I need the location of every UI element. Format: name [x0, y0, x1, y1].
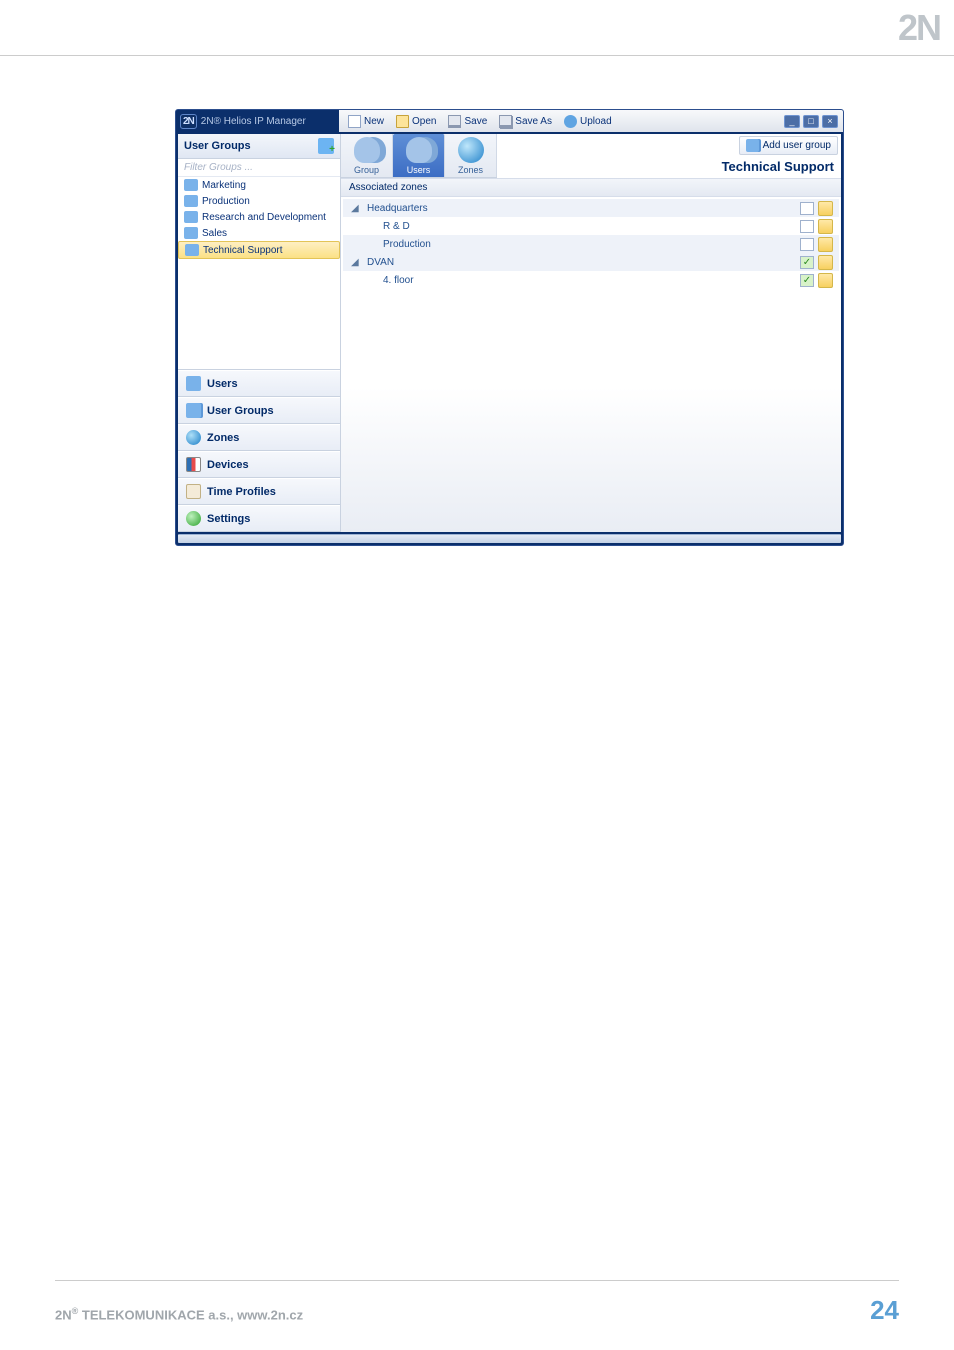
save-button[interactable]: Save: [445, 114, 490, 129]
folder-open-icon: [396, 115, 409, 128]
window-controls: _ □ ×: [784, 115, 843, 128]
toolbar: New Open Save Save As Upload _ □ ×: [339, 110, 843, 132]
group-icon: [184, 179, 198, 191]
new-file-icon: [348, 115, 361, 128]
zone-row-4floor[interactable]: 4. floor: [343, 271, 839, 289]
page-header: 2N: [0, 0, 954, 56]
nav-settings[interactable]: Settings: [178, 505, 340, 532]
expand-caret-icon[interactable]: ◢: [351, 203, 361, 214]
edit-icon[interactable]: [818, 201, 833, 216]
user-icon: [186, 376, 201, 391]
content-tabs: Group Users Zones: [341, 134, 497, 178]
group-tree: Marketing Production Research and Develo…: [178, 177, 340, 369]
zone-checkbox[interactable]: [800, 238, 814, 251]
nav-zones[interactable]: Zones: [178, 424, 340, 451]
tab-users[interactable]: Users: [393, 134, 445, 177]
app-title-area: 2N 2N® Helios IP Manager: [176, 110, 339, 132]
brand-logo: 2N: [898, 7, 940, 49]
nav-sections: Users User Groups Zones Devices Time Pro…: [178, 369, 340, 532]
edit-icon[interactable]: [818, 237, 833, 252]
page-number: 24: [870, 1295, 899, 1326]
minimize-button[interactable]: _: [784, 115, 800, 128]
group-icon: [184, 195, 198, 207]
edit-icon[interactable]: [818, 273, 833, 288]
content-area: Group Users Zones Add user group Technic…: [341, 134, 841, 532]
floppy-saveas-icon: [499, 115, 512, 128]
zone-checkbox[interactable]: [800, 220, 814, 233]
selected-group-title: Technical Support: [714, 159, 838, 174]
footer-text: 2N® TELEKOMUNIKACE a.s., www.2n.cz: [55, 1306, 303, 1322]
users-large-icon: [406, 137, 432, 163]
upload-icon: [564, 115, 577, 128]
zone-checkbox[interactable]: [800, 274, 814, 287]
sidebar-item-sales[interactable]: Sales: [178, 225, 340, 241]
user-groups-icon: [186, 403, 201, 418]
close-button[interactable]: ×: [822, 115, 838, 128]
expand-caret-icon[interactable]: ◢: [351, 257, 361, 268]
zone-row-headquarters[interactable]: ◢ Headquarters: [343, 199, 839, 217]
tab-zones[interactable]: Zones: [445, 134, 497, 177]
zone-checkbox[interactable]: [800, 202, 814, 215]
zones-large-icon: [458, 137, 484, 163]
group-icon: [184, 211, 198, 223]
saveas-button[interactable]: Save As: [496, 114, 555, 129]
add-user-group-button[interactable]: Add user group: [739, 136, 838, 155]
group-icon: [184, 227, 198, 239]
page-footer: 2N® TELEKOMUNIKACE a.s., www.2n.cz 24: [55, 1280, 899, 1326]
sidebar-item-research-and-development[interactable]: Research and Development: [178, 209, 340, 225]
app-title: 2N® Helios IP Manager: [201, 116, 306, 127]
zone-row-rd[interactable]: R & D: [343, 217, 839, 235]
sidebar: User Groups Filter Groups ... Marketing …: [178, 134, 341, 532]
group-icon: [185, 244, 199, 256]
devices-icon: [186, 457, 201, 472]
sidebar-panel-title: User Groups: [184, 140, 251, 152]
add-user-group-icon: [746, 139, 759, 152]
upload-button[interactable]: Upload: [561, 114, 615, 129]
filter-groups-input[interactable]: Filter Groups ...: [178, 159, 340, 177]
nav-devices[interactable]: Devices: [178, 451, 340, 478]
new-button[interactable]: New: [345, 114, 387, 129]
zone-checkbox[interactable]: [800, 256, 814, 269]
status-bar: [178, 534, 841, 543]
title-bar: 2N 2N® Helios IP Manager New Open Save S…: [176, 110, 843, 132]
settings-icon: [186, 511, 201, 526]
zone-list: ◢ Headquarters R & D Production: [341, 197, 841, 291]
nav-users[interactable]: Users: [178, 370, 340, 397]
maximize-button[interactable]: □: [803, 115, 819, 128]
zone-row-dvan[interactable]: ◢ DVAN: [343, 253, 839, 271]
group-large-icon: [354, 137, 380, 163]
zone-row-production[interactable]: Production: [343, 235, 839, 253]
add-group-icon[interactable]: [318, 138, 334, 154]
associated-zones-header: Associated zones: [341, 178, 841, 197]
edit-icon[interactable]: [818, 219, 833, 234]
sidebar-item-marketing[interactable]: Marketing: [178, 177, 340, 193]
nav-user-groups[interactable]: User Groups: [178, 397, 340, 424]
open-button[interactable]: Open: [393, 114, 439, 129]
nav-time-profiles[interactable]: Time Profiles: [178, 478, 340, 505]
app-logo-icon: 2N: [180, 114, 197, 129]
zones-icon: [186, 430, 201, 445]
floppy-save-icon: [448, 115, 461, 128]
sidebar-item-technical-support[interactable]: Technical Support: [178, 241, 340, 259]
calendar-icon: [186, 484, 201, 499]
edit-icon[interactable]: [818, 255, 833, 270]
content-body: [341, 291, 841, 532]
app-window: 2N 2N® Helios IP Manager New Open Save S…: [175, 109, 844, 546]
tab-group[interactable]: Group: [341, 134, 393, 177]
sidebar-item-production[interactable]: Production: [178, 193, 340, 209]
sidebar-panel-header: User Groups: [178, 134, 340, 159]
